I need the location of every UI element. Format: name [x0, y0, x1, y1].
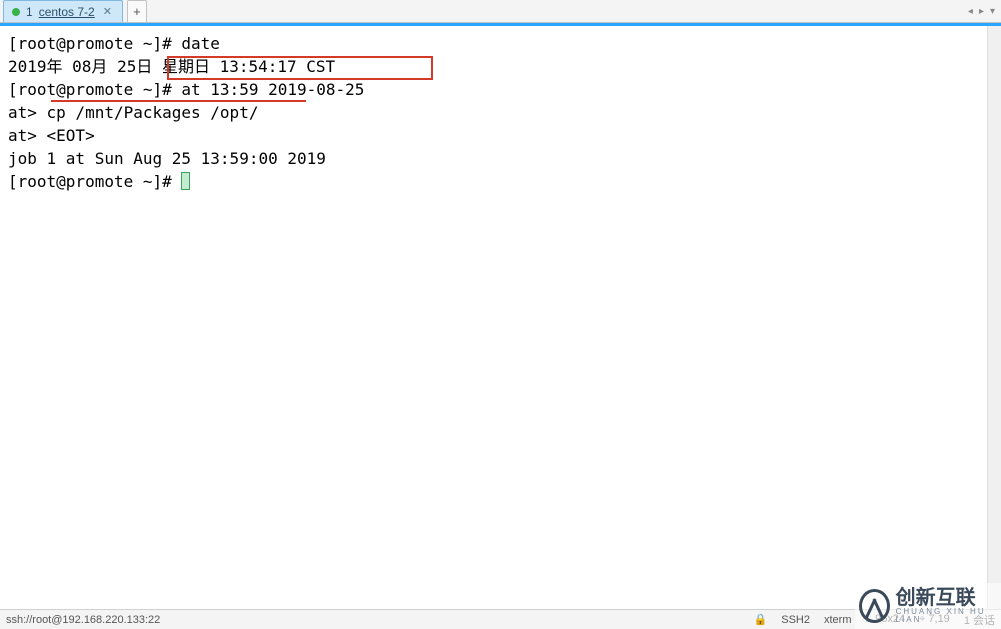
prompt: [root@promote ~]# [8, 172, 181, 191]
tab-active[interactable]: 1 centos 7-2 ✕ [3, 0, 123, 22]
prompt: [root@promote ~]# [8, 34, 181, 53]
status-term: xterm [824, 614, 852, 626]
terminal[interactable]: [root@promote ~]# date 2019年 08月 25日 星期日… [0, 26, 987, 609]
output-job: job 1 at Sun Aug 25 13:59:00 2019 [8, 149, 326, 168]
tab-menu-icon[interactable]: ▾ [990, 6, 995, 17]
watermark-logo-icon [859, 589, 890, 623]
scrollbar[interactable] [987, 26, 1001, 609]
tab-bar-right: ◂ ▸ ▾ [968, 0, 1001, 22]
plus-icon: + [133, 4, 141, 19]
tab-bar: 1 centos 7-2 ✕ + ◂ ▸ ▾ [0, 0, 1001, 23]
at-input-cp: at> cp /mnt/Packages /opt/ [8, 103, 258, 122]
status-protocol: SSH2 [781, 614, 810, 626]
output-date: 2019年 08月 25日 星期日 13:54:17 CST [8, 57, 335, 76]
cursor-icon [181, 172, 190, 190]
command-date: date [181, 34, 220, 53]
lock-icon: 🔒 [754, 613, 768, 626]
watermark-text-en: CHUANG XIN HU LIAN [896, 608, 1001, 624]
tab-title: centos 7-2 [39, 5, 95, 19]
status-bar: ssh://root@192.168.220.133:22 🔒 SSH2 xte… [0, 609, 1001, 629]
status-dot-icon [12, 8, 20, 16]
terminal-area: [root@promote ~]# date 2019年 08月 25日 星期日… [0, 23, 1001, 609]
at-input-eot: at> <EOT> [8, 126, 95, 145]
watermark-text-cn: 创新互联 [896, 588, 1001, 608]
tab-index: 1 [26, 5, 33, 19]
new-tab-button[interactable]: + [127, 0, 147, 22]
watermark: 创新互联 CHUANG XIN HU LIAN [855, 583, 1001, 629]
command-at: at 13:59 2019-08-25 [181, 80, 364, 99]
close-icon[interactable]: ✕ [101, 5, 114, 18]
tab-nav-left-icon[interactable]: ◂ [968, 6, 973, 17]
prompt: [root@promote ~]# [8, 80, 181, 99]
status-connection: ssh://root@192.168.220.133:22 [6, 614, 160, 626]
tab-nav-right-icon[interactable]: ▸ [979, 6, 984, 17]
